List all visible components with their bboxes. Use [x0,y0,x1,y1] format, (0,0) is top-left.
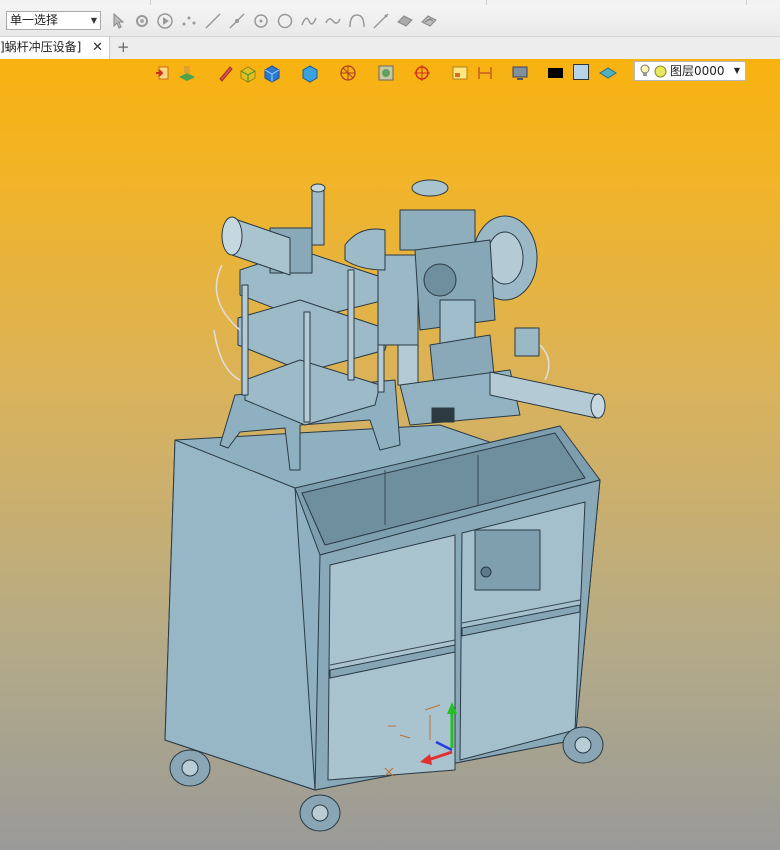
document-tab-bar: ]蜗杆冲压设备] ✕ + [0,37,780,60]
line-icon[interactable] [204,12,222,30]
electrical-box [474,529,541,591]
arc-icon[interactable] [348,12,366,30]
circle-center-icon[interactable] [252,12,270,30]
spline-icon[interactable] [300,12,318,30]
selection-filter-dropdown[interactable]: 单一选择 ▼ [6,11,101,30]
3d-viewport[interactable]: 图层0000 ▼ [0,59,780,850]
curve-icon[interactable] [324,12,342,30]
shape2-icon[interactable] [420,12,438,30]
add-tab-button[interactable]: + [117,37,130,58]
cabinet-left-side [164,439,316,791]
close-icon[interactable]: ✕ [92,37,103,58]
line2-icon[interactable] [228,12,246,30]
point-icon[interactable] [180,12,198,30]
play-icon[interactable] [156,12,174,30]
selection-filter-value: 单一选择 [10,13,59,27]
sensor-box [514,327,540,357]
circle-icon[interactable] [276,12,294,30]
shape1-icon[interactable] [396,12,414,30]
main-toolbar: 单一选择 ▼ [0,0,780,37]
ribbon-bottom-strip [0,0,780,5]
tab-document[interactable]: ]蜗杆冲压设备] ✕ [0,37,110,59]
handwheel [411,179,449,197]
pick-icon[interactable] [109,12,127,30]
line3-icon[interactable] [372,12,390,30]
press-middle-plate [237,299,391,373]
pick-filter-icon[interactable] [133,12,151,30]
chevron-down-icon: ▼ [90,16,97,25]
tab-document-label: ]蜗杆冲压设备] [0,40,82,54]
machine-model[interactable] [0,59,780,850]
